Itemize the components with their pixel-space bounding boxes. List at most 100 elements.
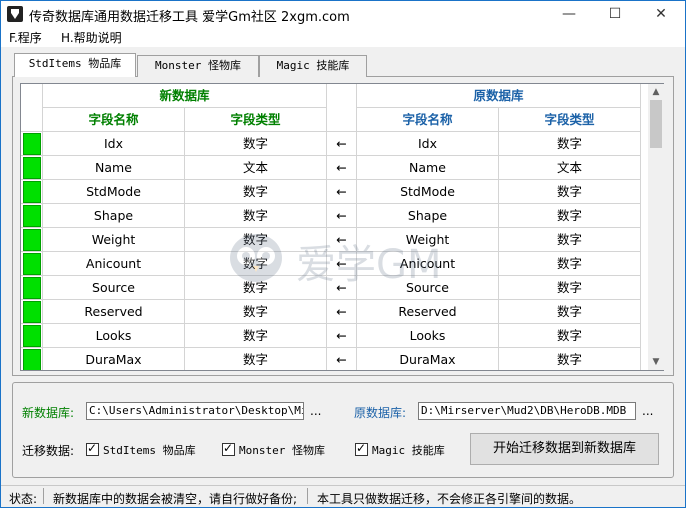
- old-field-name-cell[interactable]: Shape: [357, 204, 499, 228]
- mapping-arrow-icon[interactable]: ←: [327, 252, 357, 276]
- field-mapping-grid[interactable]: 新数据库 原数据库 字段名称 字段类型 字段名称 字段类型 Idx 数字 ← Idx 数…: [20, 83, 664, 371]
- new-field-name-cell[interactable]: StdMode: [43, 180, 185, 204]
- status-bar: 状态: 新数据库中的数据会被清空，请自行做好备份; 本工具只做数据迁移，不会修正…: [1, 485, 685, 507]
- old-field-type-cell[interactable]: 数字: [499, 228, 641, 252]
- old-field-name-cell[interactable]: Reserved: [357, 300, 499, 324]
- new-field-type-cell[interactable]: 数字: [185, 132, 327, 156]
- old-field-name-cell[interactable]: Weight: [357, 228, 499, 252]
- row-header-corner: [21, 84, 43, 132]
- mapping-arrow-icon[interactable]: ←: [327, 132, 357, 156]
- old-field-type-cell[interactable]: 数字: [499, 300, 641, 324]
- old-field-name-cell[interactable]: StdMode: [357, 180, 499, 204]
- new-field-name-cell[interactable]: Idx: [43, 132, 185, 156]
- new-field-name-cell[interactable]: Anicount: [43, 252, 185, 276]
- mapping-arrow-icon[interactable]: ←: [327, 276, 357, 300]
- status-label: 状态:: [9, 492, 38, 506]
- new-field-name-cell[interactable]: Name: [43, 156, 185, 180]
- row-status-marker: [23, 157, 41, 179]
- status-separator: [307, 488, 308, 504]
- old-field-type-cell[interactable]: 数字: [499, 276, 641, 300]
- row-status-marker: [23, 325, 41, 347]
- magic-checkbox[interactable]: [355, 441, 368, 456]
- old-field-name-cell[interactable]: Idx: [357, 132, 499, 156]
- old-field-type-cell[interactable]: 数字: [499, 204, 641, 228]
- title-bar: 传奇数据库通用数据迁移工具 爱学Gm社区 2xgm.com — ☐ ✕: [0, 0, 686, 27]
- close-button[interactable]: ✕: [638, 1, 684, 28]
- old-db-header: 原数据库: [357, 84, 641, 108]
- mapping-arrow-icon[interactable]: ←: [327, 204, 357, 228]
- mapping-arrow-icon[interactable]: ←: [327, 348, 357, 370]
- status-message-1: 新数据库中的数据会被清空，请自行做好备份;: [53, 492, 298, 506]
- new-field-name-cell[interactable]: Source: [43, 276, 185, 300]
- new-db-path-input[interactable]: C:\Users\Administrator\Desktop\MirSe: [86, 402, 304, 420]
- menu-program[interactable]: F.程序: [9, 29, 42, 46]
- old-field-type-cell[interactable]: 数字: [499, 180, 641, 204]
- new-field-type-cell[interactable]: 文本: [185, 156, 327, 180]
- new-db-browse-button[interactable]: ...: [310, 404, 321, 418]
- new-field-name-cell[interactable]: Weight: [43, 228, 185, 252]
- old-db-browse-button[interactable]: ...: [642, 404, 653, 418]
- magic-checkbox-label[interactable]: Magic 技能库: [372, 442, 445, 458]
- new-field-type-cell[interactable]: 数字: [185, 180, 327, 204]
- menu-help[interactable]: H.帮助说明: [61, 29, 122, 46]
- row-status-marker: [23, 181, 41, 203]
- mapping-arrow-icon[interactable]: ←: [327, 228, 357, 252]
- old-field-name-cell[interactable]: Looks: [357, 324, 499, 348]
- new-field-type-cell[interactable]: 数字: [185, 324, 327, 348]
- mapping-arrow-icon[interactable]: ←: [327, 300, 357, 324]
- new-db-header: 新数据库: [43, 84, 327, 108]
- old-field-type-cell[interactable]: 数字: [499, 252, 641, 276]
- new-field-type-cell[interactable]: 数字: [185, 300, 327, 324]
- stditems-checkbox[interactable]: [86, 441, 99, 456]
- scroll-thumb[interactable]: [650, 100, 662, 148]
- new-col-field-type: 字段类型: [185, 108, 327, 132]
- row-status-marker: [23, 229, 41, 251]
- maximize-button[interactable]: ☐: [592, 1, 638, 28]
- new-field-type-cell[interactable]: 数字: [185, 276, 327, 300]
- new-field-type-cell[interactable]: 数字: [185, 252, 327, 276]
- status-separator: [43, 488, 44, 504]
- new-field-type-cell[interactable]: 数字: [185, 348, 327, 370]
- mapping-arrow-icon[interactable]: ←: [327, 324, 357, 348]
- old-db-label: 原数据库:: [354, 406, 407, 420]
- window-title: 传奇数据库通用数据迁移工具 爱学Gm社区 2xgm.com: [29, 10, 350, 25]
- mapping-arrow-icon[interactable]: ←: [327, 156, 357, 180]
- old-field-name-cell[interactable]: Source: [357, 276, 499, 300]
- old-col-field-name: 字段名称: [357, 108, 499, 132]
- new-field-type-cell[interactable]: 数字: [185, 228, 327, 252]
- arrow-header: [327, 84, 357, 132]
- start-migration-button[interactable]: 开始迁移数据到新数据库: [470, 433, 659, 465]
- monster-checkbox[interactable]: [222, 441, 235, 456]
- row-status-marker: [23, 301, 41, 323]
- old-field-name-cell[interactable]: DuraMax: [357, 348, 499, 370]
- app-icon[interactable]: [7, 6, 23, 22]
- row-status-marker: [23, 133, 41, 155]
- grid-scrollbar[interactable]: ▲ ▼: [648, 84, 664, 370]
- mapping-arrow-icon[interactable]: ←: [327, 180, 357, 204]
- monster-checkbox-label[interactable]: Monster 怪物库: [239, 442, 325, 458]
- stditems-checkbox-label[interactable]: StdItems 物品库: [103, 442, 196, 458]
- new-field-type-cell[interactable]: 数字: [185, 204, 327, 228]
- migrate-label: 迁移数据:: [22, 444, 75, 458]
- new-field-name-cell[interactable]: Looks: [43, 324, 185, 348]
- new-db-label: 新数据库:: [22, 406, 75, 420]
- new-field-name-cell[interactable]: DuraMax: [43, 348, 185, 370]
- scroll-down-icon[interactable]: ▼: [648, 354, 664, 370]
- old-field-type-cell[interactable]: 数字: [499, 348, 641, 370]
- new-field-name-cell[interactable]: Shape: [43, 204, 185, 228]
- old-field-name-cell[interactable]: Name: [357, 156, 499, 180]
- old-field-type-cell[interactable]: 文本: [499, 156, 641, 180]
- scroll-up-icon[interactable]: ▲: [648, 84, 664, 100]
- tab-magic[interactable]: Magic 技能库: [259, 55, 367, 77]
- old-field-name-cell[interactable]: Anicount: [357, 252, 499, 276]
- old-field-type-cell[interactable]: 数字: [499, 132, 641, 156]
- status-message-2: 本工具只做数据迁移，不会修正各引擎间的数据。: [317, 492, 582, 506]
- tab-stditems[interactable]: StdItems 物品库: [14, 53, 136, 77]
- row-status-marker: [23, 205, 41, 227]
- tab-monster[interactable]: Monster 怪物库: [137, 55, 259, 77]
- old-db-path-input[interactable]: D:\Mirserver\Mud2\DB\HeroDB.MDB: [418, 402, 636, 420]
- old-field-type-cell[interactable]: 数字: [499, 324, 641, 348]
- row-status-marker: [23, 253, 41, 275]
- minimize-button[interactable]: —: [546, 1, 592, 28]
- new-field-name-cell[interactable]: Reserved: [43, 300, 185, 324]
